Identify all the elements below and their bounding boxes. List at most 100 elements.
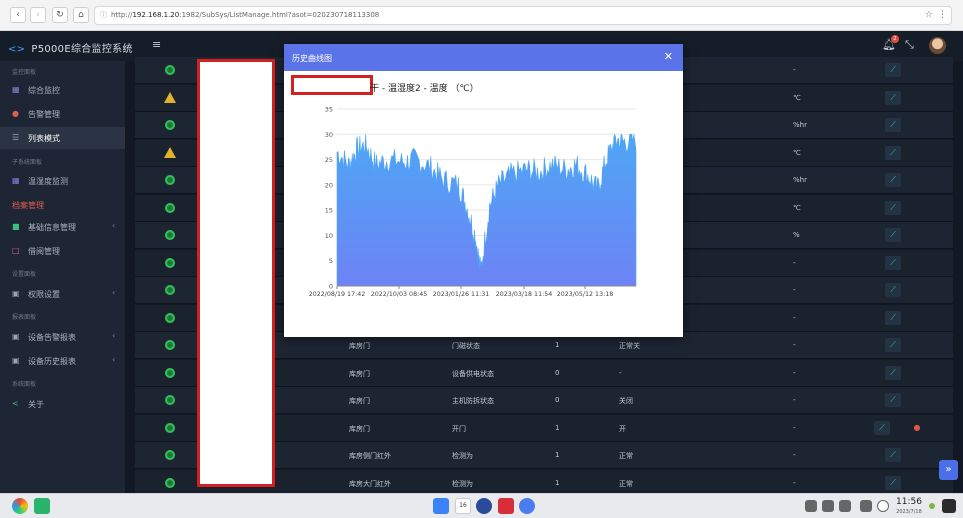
name-cell: 门磁状态	[452, 342, 480, 350]
modal-header: 历史曲线图 ✕	[284, 44, 683, 71]
text-editor-icon[interactable]	[498, 498, 514, 514]
tray-icon[interactable]	[839, 500, 851, 512]
unit-cell: -	[793, 451, 796, 459]
sidebar-item-temp-humidity[interactable]: ▦ 温湿度监测	[0, 170, 125, 192]
app-icon[interactable]	[476, 498, 492, 514]
trend-chart-icon[interactable]: ⟋	[885, 200, 901, 215]
value-cell: 1	[555, 478, 560, 487]
sidebar-item-alarm-report[interactable]: ▣ 设备告警报表 ‹	[0, 326, 125, 348]
reload-icon[interactable]: ↻	[52, 7, 68, 23]
browser-menu-icon[interactable]: ⋮	[938, 10, 947, 20]
unit-cell: -	[793, 66, 796, 74]
sidebar-item-archive[interactable]: 档案管理	[12, 200, 44, 211]
lock-icon: ▣	[12, 356, 20, 365]
chart-title: 干 - 温湿度2 - 温度 （℃）	[370, 84, 479, 94]
avatar[interactable]	[929, 37, 946, 54]
scroll-to-top-button[interactable]: »	[939, 460, 958, 480]
delete-icon[interactable]: ●	[910, 421, 924, 435]
x-tick-label: 2022/10/03 08:45	[371, 291, 427, 298]
status-ok-icon	[165, 175, 175, 185]
description-cell: 正常	[619, 452, 633, 460]
back-icon[interactable]: ‹	[10, 7, 26, 23]
trend-chart-icon[interactable]: ⟋	[885, 393, 901, 407]
app-brand: <> P5000E综合监控系统	[8, 44, 133, 55]
trend-chart-icon[interactable]: ⟋	[885, 255, 901, 270]
name-cell: 设备供电状态	[452, 369, 494, 378]
tray-icon[interactable]	[822, 500, 834, 512]
trend-chart-icon[interactable]: ⟋	[885, 118, 901, 132]
alarm-icon: ●	[12, 109, 19, 118]
sidebar-item-overview[interactable]: ▦ 综合监控	[0, 79, 125, 101]
forward-icon[interactable]: ›	[30, 7, 46, 23]
sidebar-item-permissions[interactable]: ▣ 权限设置 ‹	[0, 283, 125, 305]
location-cell: 库房门	[349, 342, 370, 350]
y-tick-label: 15	[325, 207, 333, 215]
status-ok-icon	[165, 285, 175, 295]
sidebar-item-label: 综合监控	[28, 86, 60, 95]
unit-cell: ℃	[793, 148, 801, 157]
chevron-left-icon: ‹	[112, 288, 116, 297]
trend-chart-icon[interactable]: ⟋	[885, 173, 901, 187]
name-cell: 检测为	[452, 479, 473, 488]
trend-chart-icon[interactable]: ⟋	[885, 145, 901, 160]
browser-icon[interactable]	[519, 498, 535, 514]
unit-cell: -	[793, 341, 796, 349]
sidebar-item-about[interactable]: < 关于	[0, 393, 125, 415]
trend-chart-icon[interactable]: ⟋	[885, 310, 901, 325]
tray-icon[interactable]	[877, 500, 889, 512]
trend-chart-icon[interactable]: ⟋	[885, 283, 901, 297]
description-cell: 正常关	[619, 342, 640, 350]
address-bar[interactable]: ⓘ http://192.168.1.20:1982/SubSys/ListMa…	[94, 6, 952, 25]
home-icon[interactable]: ⌂	[73, 7, 89, 23]
terminal-icon[interactable]	[34, 498, 50, 514]
sidebar-item-basic-info[interactable]: ■ 基础信息管理 ‹	[0, 216, 125, 238]
sidebar-item-history-report[interactable]: ▣ 设备历史报表 ‹	[0, 350, 125, 372]
y-tick-label: 35	[325, 106, 333, 114]
location-cell: 库房门	[349, 397, 370, 405]
x-tick-label: 2023/03/18 11:54	[496, 291, 552, 298]
sidebar-item-label: 温湿度监测	[28, 177, 68, 186]
trend-chart-icon[interactable]: ⟋	[885, 365, 901, 380]
y-tick-label: 5	[329, 257, 333, 265]
trend-chart-icon[interactable]: ⟋	[885, 338, 901, 352]
sidebar-section-label: 监控面板	[12, 69, 37, 76]
lock-icon: ▣	[12, 289, 20, 298]
value-cell: 1	[555, 341, 560, 349]
trend-chart-icon[interactable]: ⟋	[885, 228, 901, 242]
trend-chart-icon[interactable]: ⟋	[874, 420, 890, 435]
file-manager-icon[interactable]	[433, 498, 449, 514]
fullscreen-icon[interactable]: ⤡	[905, 38, 914, 52]
tray-icon[interactable]	[805, 500, 817, 512]
trend-chart-icon[interactable]: ⟋	[885, 63, 901, 77]
status-ok-icon	[165, 120, 175, 130]
notification-center-icon[interactable]	[942, 499, 956, 513]
trend-chart-icon[interactable]: ⟋	[885, 90, 901, 105]
calendar-icon[interactable]: 16	[455, 498, 471, 514]
status-ok-icon	[165, 65, 175, 75]
sidebar-item-alarms[interactable]: ● 告警管理	[0, 103, 125, 125]
bookmark-star-icon[interactable]: ☆	[925, 10, 933, 20]
status-ok-icon	[165, 230, 175, 240]
close-icon[interactable]: ✕	[664, 50, 673, 63]
tray-icon[interactable]	[860, 500, 872, 512]
os-taskbar: 16 11:56 2023/7/18	[0, 493, 963, 518]
status-ok-icon	[165, 312, 175, 323]
value-cell: 1	[555, 423, 560, 432]
unit-cell: %hr	[793, 121, 807, 129]
history-line-chart: 0 5 10 15 20 25 30 35 2022/08/19 17:42 2022/10/03…	[309, 106, 637, 298]
folder-icon: ■	[12, 222, 20, 231]
sidebar-item-borrow[interactable]: □ 借阅管理	[0, 240, 125, 262]
sidebar-item-label: 列表模式	[28, 134, 60, 143]
unit-cell: -	[793, 478, 796, 487]
menu-toggle-icon[interactable]: ≡	[152, 38, 161, 51]
sidebar-item-label: 借阅管理	[28, 247, 60, 256]
sidebar-item-label: 告警管理	[28, 110, 60, 119]
trend-chart-icon[interactable]: ⟋	[885, 448, 901, 462]
trend-chart-icon[interactable]: ⟋	[885, 475, 901, 490]
location-cell: 库房门	[349, 424, 370, 433]
system-clock[interactable]: 11:56 2023/7/18	[896, 497, 922, 517]
start-menu-icon[interactable]	[12, 498, 28, 514]
unit-cell: -	[793, 313, 796, 322]
sidebar-item-list-mode[interactable]: ☰ 列表模式	[0, 127, 125, 149]
sidebar-item-label: 设备告警报表	[28, 333, 76, 342]
